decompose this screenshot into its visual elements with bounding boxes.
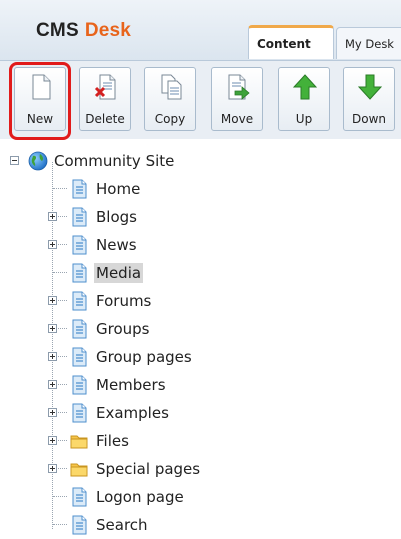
move-down-button[interactable]: Down [343,67,395,131]
tree-node: Members [0,374,401,396]
new-button[interactable]: New [14,67,66,131]
tree-node: Forums [0,290,401,312]
content-tree: Community Site Home Blogs News Media Forums G… [0,144,401,539]
app-logo: CMS Desk [36,20,131,42]
tree-node-label[interactable]: Logon page [94,487,186,507]
page-icon [72,515,87,535]
move-down-button-label: Down [351,112,386,126]
tree-node-label[interactable]: Examples [94,403,171,423]
tree-node: Home [0,178,401,200]
tree-node: News [0,234,401,256]
page-icon [72,319,87,339]
expand-toggle[interactable] [48,380,57,389]
tree-node: Special pages [0,458,401,480]
page-icon [72,207,87,227]
move-page-icon [228,74,250,100]
page-icon [72,347,87,367]
expand-toggle[interactable] [48,324,57,333]
arrow-down-icon [358,74,382,100]
page-icon [72,375,87,395]
globe-icon [28,151,48,171]
tree-root-label[interactable]: Community Site [52,151,176,171]
tree-node-label[interactable]: Files [94,431,131,451]
move-up-button-label: Up [295,112,313,126]
folder-icon [70,463,88,477]
page-icon [72,487,87,507]
expand-toggle[interactable] [48,212,57,221]
tree-node-label[interactable]: Forums [94,291,153,311]
tab-content-label: Content [257,36,311,51]
tab-my-desk[interactable]: My Desk [336,27,401,59]
new-page-icon [32,74,51,100]
tree-node-label[interactable]: Members [94,375,168,395]
move-button-label: Move [220,112,254,126]
tree-node: Media [0,262,401,284]
tab-content[interactable]: Content [248,25,334,59]
move-button[interactable]: Move [211,67,263,131]
expand-toggle[interactable] [48,296,57,305]
delete-page-icon [94,74,116,100]
tree-node: Group pages [0,346,401,368]
tree-node-label[interactable]: Group pages [94,347,194,367]
copy-button[interactable]: Copy [144,67,196,131]
page-icon [72,403,87,423]
expand-toggle[interactable] [48,408,57,417]
tree-node-label[interactable]: Special pages [94,459,202,479]
app-header: CMS Desk Content My Desk [0,0,401,61]
collapse-root-toggle[interactable] [10,156,19,165]
tree-node: Files [0,430,401,452]
expand-toggle[interactable] [48,240,57,249]
tree-node-label[interactable]: News [94,235,139,255]
tree-node-label[interactable]: Search [94,515,150,535]
tree-node: Groups [0,318,401,340]
tree-node-label[interactable]: Groups [94,319,151,339]
tree-node: Examples [0,402,401,424]
page-icon [72,263,87,283]
logo-cms-text: CMS [36,20,79,41]
folder-icon [70,435,88,449]
copy-page-icon [161,74,182,100]
move-up-button[interactable]: Up [278,67,330,131]
logo-desk-text: Desk [84,20,132,41]
page-actions-toolbar: New Delete Copy Move Up Down [0,61,401,139]
tab-my-desk-label: My Desk [345,36,394,51]
expand-toggle[interactable] [48,464,57,473]
page-icon [72,179,87,199]
expand-toggle[interactable] [48,352,57,361]
expand-toggle[interactable] [48,436,57,445]
page-icon [72,235,87,255]
tree-node: Search [0,514,401,536]
tree-node-label[interactable]: Blogs [94,207,139,227]
arrow-up-icon [293,74,317,100]
delete-button[interactable]: Delete [79,67,131,131]
tree-node: Logon page [0,486,401,508]
tree-node: Blogs [0,206,401,228]
copy-button-label: Copy [154,112,186,126]
delete-button-label: Delete [85,112,125,126]
page-icon [72,291,87,311]
tree-node-label[interactable]: Media [94,263,144,283]
tree-node-label[interactable]: Home [94,179,142,199]
new-button-label: New [26,112,54,126]
